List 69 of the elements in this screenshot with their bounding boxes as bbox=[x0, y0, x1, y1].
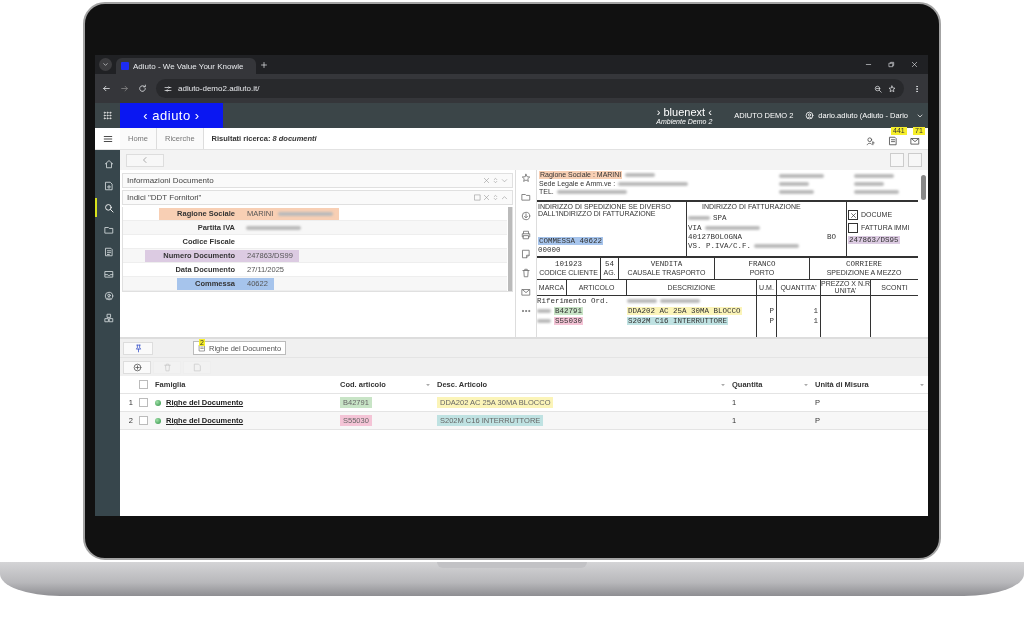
row-checkbox[interactable] bbox=[139, 416, 148, 425]
apps-icon[interactable] bbox=[103, 111, 112, 120]
browser-tab[interactable]: Adiuto - We Value Your Knowle bbox=[116, 58, 256, 74]
cubes-icon bbox=[103, 312, 114, 323]
redaction bbox=[625, 172, 656, 177]
filter-caret-icon[interactable] bbox=[720, 381, 726, 388]
site-settings-icon bbox=[164, 84, 172, 93]
redaction bbox=[704, 225, 760, 230]
chevron-left-icon bbox=[141, 156, 149, 164]
caret-icon bbox=[102, 61, 109, 68]
row-checkbox[interactable] bbox=[139, 398, 148, 407]
redaction bbox=[618, 181, 689, 186]
mail-icon[interactable] bbox=[521, 287, 531, 297]
person-key-icon[interactable] bbox=[866, 135, 876, 146]
logo[interactable]: ‹ adiuto › bbox=[120, 103, 223, 128]
menu-icon[interactable] bbox=[102, 133, 113, 144]
user-circle-icon bbox=[103, 290, 114, 301]
redaction bbox=[854, 182, 884, 186]
new-tab-icon[interactable] bbox=[260, 60, 268, 69]
minimize-icon[interactable] bbox=[865, 61, 872, 68]
back-arrow-icon[interactable] bbox=[102, 84, 111, 93]
redaction bbox=[779, 174, 824, 178]
redaction bbox=[660, 298, 700, 303]
trash-icon bbox=[162, 362, 172, 372]
report-icon bbox=[103, 246, 114, 257]
menu-icon[interactable] bbox=[913, 84, 921, 93]
brand-logo: › bluenext ‹ bbox=[656, 106, 712, 118]
restore-icon[interactable] bbox=[888, 61, 895, 68]
add-icon bbox=[132, 362, 142, 372]
star-icon[interactable] bbox=[521, 173, 531, 183]
trash-icon[interactable] bbox=[521, 268, 531, 278]
redaction bbox=[537, 308, 551, 313]
select-all-checkbox[interactable] bbox=[139, 380, 148, 389]
reload-icon[interactable] bbox=[138, 84, 147, 93]
document-icon[interactable] bbox=[888, 135, 898, 146]
status-dot-icon bbox=[155, 417, 161, 424]
inbox-icon bbox=[103, 268, 114, 279]
redaction bbox=[688, 216, 710, 221]
pin-icon bbox=[133, 343, 143, 353]
home-icon bbox=[103, 158, 114, 169]
filter-caret-icon[interactable] bbox=[803, 381, 809, 388]
search-icon bbox=[103, 202, 114, 213]
folder-icon[interactable] bbox=[521, 192, 531, 202]
redaction bbox=[754, 244, 799, 249]
redaction bbox=[779, 182, 809, 186]
redaction bbox=[854, 174, 894, 178]
filter-caret-icon[interactable] bbox=[425, 381, 431, 388]
pin-button[interactable] bbox=[123, 341, 153, 355]
status-dot-icon bbox=[155, 399, 161, 406]
user-circle-icon bbox=[805, 111, 815, 120]
printer-icon[interactable] bbox=[521, 230, 531, 240]
new-document-icon bbox=[103, 180, 114, 191]
redaction bbox=[779, 190, 814, 194]
filter-caret-icon[interactable] bbox=[919, 381, 925, 388]
add-button[interactable] bbox=[123, 360, 151, 374]
redaction bbox=[556, 190, 627, 195]
download-icon[interactable] bbox=[521, 211, 531, 221]
list-icon bbox=[198, 344, 206, 352]
redaction bbox=[854, 190, 899, 194]
address-bar[interactable]: adiuto-demo2.adiuto.it/ bbox=[156, 79, 904, 98]
redaction bbox=[537, 318, 551, 323]
redaction bbox=[627, 298, 657, 303]
forward-arrow-icon[interactable] bbox=[120, 84, 129, 93]
folder-icon bbox=[103, 224, 114, 235]
note-icon[interactable] bbox=[521, 249, 531, 259]
edit-icon bbox=[192, 362, 202, 372]
zoom-icon[interactable] bbox=[874, 84, 882, 93]
mail-icon[interactable] bbox=[910, 135, 920, 146]
tab-search-button[interactable] bbox=[99, 58, 112, 71]
